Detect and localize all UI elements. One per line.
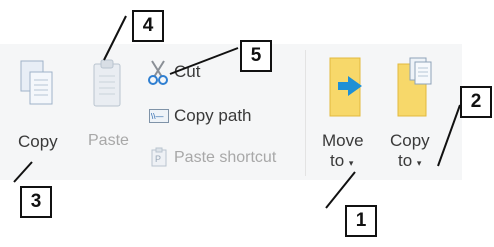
callout-2: 2 — [460, 86, 492, 118]
callout-1: 1 — [345, 205, 377, 237]
callout-3: 3 — [20, 186, 52, 218]
callout-4: 4 — [132, 10, 164, 42]
callout-leader-lines — [13, 15, 461, 209]
callout-5: 5 — [240, 40, 272, 72]
